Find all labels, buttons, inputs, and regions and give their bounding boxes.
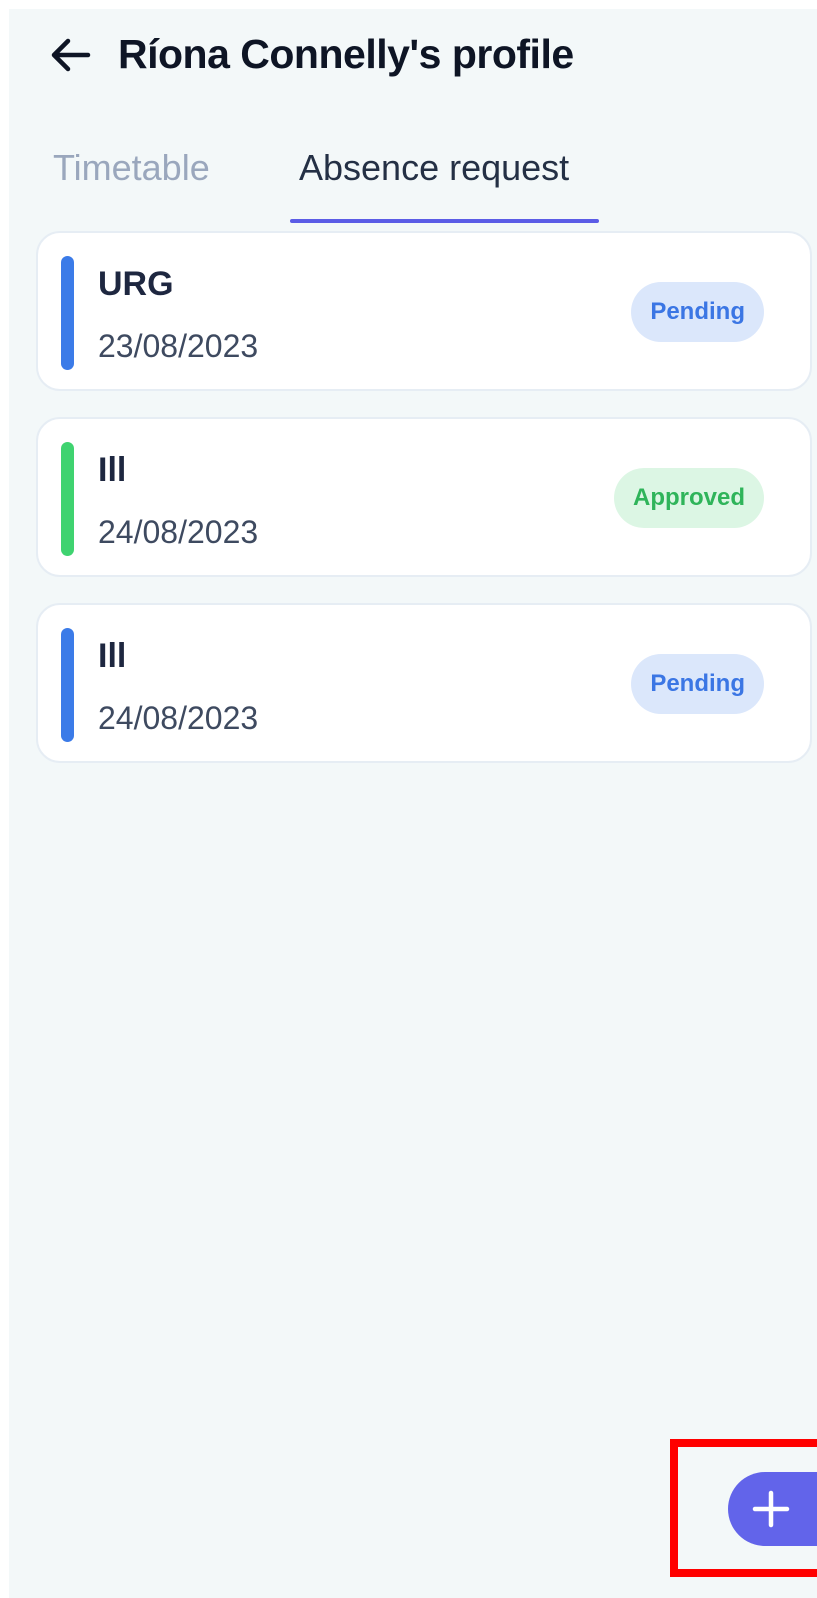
active-tab-indicator [290, 219, 599, 223]
status-badge: Approved [613, 468, 764, 528]
absence-type: Ill [98, 451, 127, 489]
status-badge: Pending [631, 654, 764, 714]
profile-screen: Ríona Connelly's profile Timetable Absen… [9, 9, 817, 1598]
status-badge: Pending [631, 282, 764, 342]
status-color-bar [61, 628, 74, 742]
tab-timetable[interactable]: Timetable [53, 147, 210, 189]
absence-date: 24/08/2023 [98, 514, 259, 550]
absence-request-card[interactable]: Ill 24/08/2023 Pending [36, 603, 812, 763]
page-title: Ríona Connelly's profile [118, 31, 574, 77]
absence-type: URG [98, 265, 174, 303]
absence-date: 24/08/2023 [98, 700, 259, 736]
back-button[interactable] [47, 31, 95, 79]
absence-type: Ill [98, 637, 127, 675]
absence-request-list: URG 23/08/2023 Pending Ill 24/08/2023 Ap… [36, 231, 812, 789]
absence-request-card[interactable]: URG 23/08/2023 Pending [36, 231, 812, 391]
absence-date: 23/08/2023 [98, 328, 259, 364]
plus-icon [752, 1490, 790, 1528]
add-absence-request-button[interactable] [728, 1472, 817, 1546]
tab-bar: Timetable Absence request [9, 127, 817, 227]
absence-request-card[interactable]: Ill 24/08/2023 Approved [36, 417, 812, 577]
status-color-bar [61, 256, 74, 370]
app-header: Ríona Connelly's profile [9, 9, 817, 99]
arrow-left-icon [51, 38, 91, 72]
status-color-bar [61, 442, 74, 556]
tab-absence-request[interactable]: Absence request [299, 147, 569, 189]
